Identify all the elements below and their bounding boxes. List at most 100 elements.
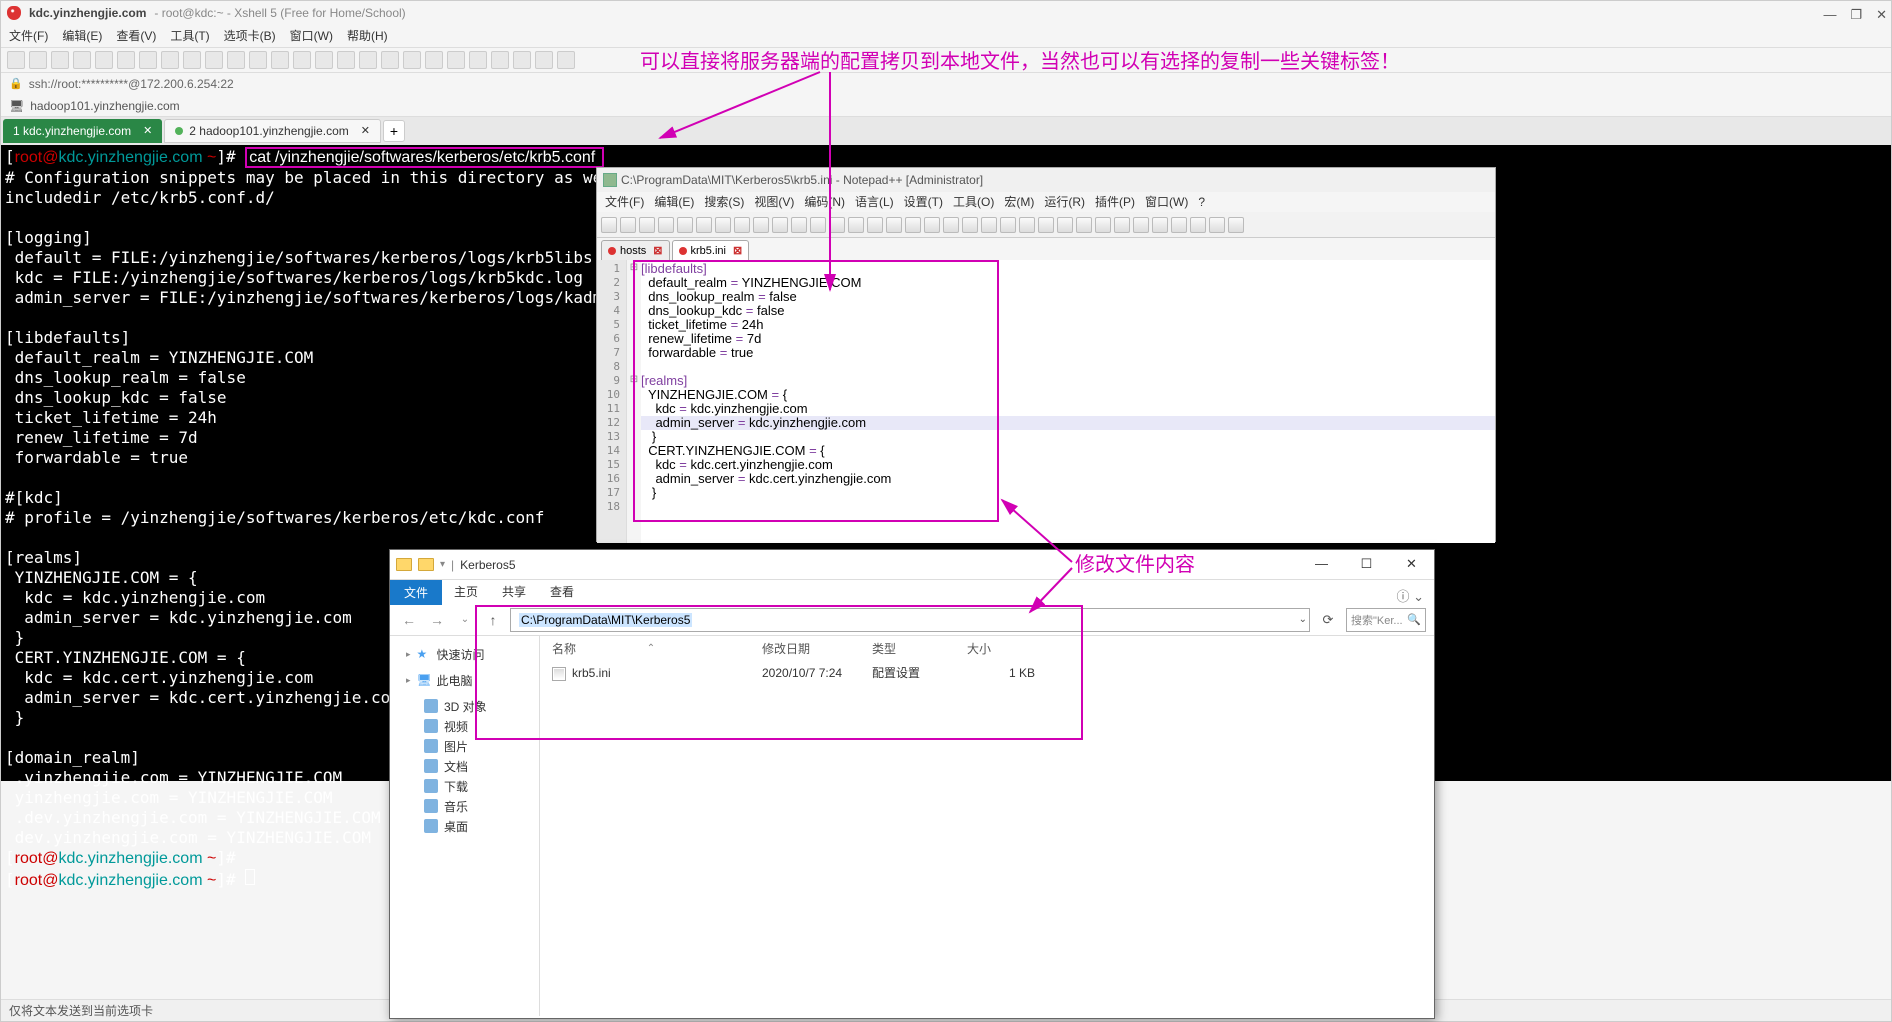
menu-item[interactable]: 工具(T) <box>170 25 209 47</box>
minimize-button[interactable]: — <box>1299 550 1344 578</box>
sidebar-item[interactable]: 3D 对象 <box>406 696 539 716</box>
toolbar-button[interactable] <box>271 51 289 69</box>
sidebar-item[interactable]: ▸★快速访问 <box>406 644 539 664</box>
toolbar-button[interactable] <box>829 217 845 233</box>
menu-item[interactable]: 帮助(H) <box>347 25 388 47</box>
toolbar-button[interactable] <box>1000 217 1016 233</box>
sidebar-item[interactable]: 视频 <box>406 716 539 736</box>
address-dropdown[interactable]: ⌄ <box>1299 614 1307 625</box>
sidebar-item[interactable]: 图片 <box>406 736 539 756</box>
toolbar-button[interactable] <box>1171 217 1187 233</box>
toolbar-button[interactable] <box>139 51 157 69</box>
address-bar[interactable]: C:\ProgramData\MIT\Kerberos5 ⌄ <box>510 608 1310 632</box>
toolbar-button[interactable] <box>359 51 377 69</box>
toolbar-button[interactable] <box>535 51 553 69</box>
toolbar-button[interactable] <box>315 51 333 69</box>
menu-item[interactable]: 运行(R) <box>1040 192 1089 212</box>
close-icon[interactable]: ⊠ <box>733 241 742 261</box>
toolbar-button[interactable] <box>772 217 788 233</box>
toolbar-button[interactable] <box>639 217 655 233</box>
toolbar-button[interactable] <box>1114 217 1130 233</box>
toolbar-button[interactable] <box>1209 217 1225 233</box>
menu-item[interactable]: 窗口(W) <box>290 25 333 47</box>
toolbar-button[interactable] <box>381 51 399 69</box>
sidebar-item[interactable]: ▸🖥此电脑 <box>406 670 539 690</box>
menu-item[interactable]: 语言(L) <box>851 192 898 212</box>
toolbar-button[interactable] <box>293 51 311 69</box>
refresh-button[interactable]: ⟳ <box>1316 612 1340 628</box>
toolbar-button[interactable] <box>557 51 575 69</box>
close-icon[interactable]: ⊠ <box>653 241 662 261</box>
close-icon[interactable]: ✕ <box>143 119 152 143</box>
npp-editor[interactable]: 123456789101112131415161718 ⊟⊟ [libdefau… <box>597 260 1495 543</box>
toolbar-button[interactable] <box>1019 217 1035 233</box>
toolbar-button[interactable] <box>601 217 617 233</box>
toolbar-button[interactable] <box>205 51 223 69</box>
back-button[interactable]: ← <box>398 612 420 628</box>
toolbar-button[interactable] <box>403 51 421 69</box>
menu-item[interactable]: 编辑(E) <box>650 192 698 212</box>
toolbar-button[interactable] <box>249 51 267 69</box>
toolbar-button[interactable] <box>425 51 443 69</box>
column-headers[interactable]: 名称 修改日期 类型 大小 <box>540 636 1434 662</box>
maximize-button[interactable]: ❐ <box>1850 3 1862 27</box>
toolbar-button[interactable] <box>810 217 826 233</box>
up-button[interactable]: ↑ <box>482 612 504 628</box>
col-type[interactable]: 类型 <box>860 636 955 662</box>
history-dropdown[interactable]: ⌄ <box>454 614 476 625</box>
add-tab-button[interactable]: + <box>383 120 405 142</box>
toolbar-button[interactable] <box>1038 217 1054 233</box>
toolbar-button[interactable] <box>848 217 864 233</box>
toolbar-button[interactable] <box>227 51 245 69</box>
menu-item[interactable]: 视图(V) <box>750 192 798 212</box>
file-tab[interactable]: hosts⊠ <box>601 240 670 260</box>
xshell-address-bar[interactable]: 🔒 ssh://root:**********@172.200.6.254:22 <box>1 73 1891 95</box>
close-icon[interactable]: ✕ <box>361 119 370 143</box>
menu-item[interactable]: 编辑(E) <box>62 25 102 47</box>
toolbar-button[interactable] <box>1133 217 1149 233</box>
toolbar-button[interactable] <box>658 217 674 233</box>
toolbar-button[interactable] <box>791 217 807 233</box>
toolbar-button[interactable] <box>620 217 636 233</box>
toolbar-button[interactable] <box>1076 217 1092 233</box>
toolbar-button[interactable] <box>1095 217 1111 233</box>
session-tab[interactable]: 2 hadoop101.yinzhengjie.com✕ <box>164 119 381 143</box>
menu-item[interactable]: 编码(N) <box>800 192 849 212</box>
toolbar-button[interactable] <box>29 51 47 69</box>
toolbar-button[interactable] <box>513 51 531 69</box>
ribbon-help-icon[interactable]: ⓘ ⌄ <box>1396 586 1424 605</box>
search-box[interactable]: 搜索"Ker... 🔍 <box>1346 608 1426 632</box>
toolbar-button[interactable] <box>469 51 487 69</box>
code-area[interactable]: [libdefaults] default_realm = YINZHENGJI… <box>641 260 1495 543</box>
toolbar-button[interactable] <box>183 51 201 69</box>
session-tab[interactable]: 1 kdc.yinzhengjie.com✕ <box>3 119 162 143</box>
toolbar-button[interactable] <box>696 217 712 233</box>
col-name[interactable]: 名称 <box>540 636 750 662</box>
toolbar-button[interactable] <box>962 217 978 233</box>
menu-item[interactable]: 搜索(S) <box>700 192 748 212</box>
ribbon-file-tab[interactable]: 文件 <box>390 580 442 605</box>
menu-item[interactable]: 设置(T) <box>900 192 947 212</box>
file-tab[interactable]: krb5.ini⊠ <box>672 240 750 260</box>
menu-item[interactable]: 选项卡(B) <box>224 25 276 47</box>
minimize-button[interactable]: — <box>1823 3 1836 27</box>
toolbar-button[interactable] <box>867 217 883 233</box>
menu-item[interactable]: 文件(F) <box>9 25 48 47</box>
ribbon-tab[interactable]: 共享 <box>490 581 538 603</box>
toolbar-button[interactable] <box>886 217 902 233</box>
toolbar-button[interactable] <box>491 51 509 69</box>
menu-item[interactable]: 窗口(W) <box>1141 192 1192 212</box>
toolbar-button[interactable] <box>1057 217 1073 233</box>
toolbar-button[interactable] <box>1190 217 1206 233</box>
sidebar-item[interactable]: 下载 <box>406 776 539 796</box>
menu-item[interactable]: 插件(P) <box>1091 192 1139 212</box>
col-size[interactable]: 大小 <box>955 636 1035 662</box>
sidebar-item[interactable]: 音乐 <box>406 796 539 816</box>
maximize-button[interactable]: ☐ <box>1344 550 1389 578</box>
menu-item[interactable]: 工具(O) <box>949 192 998 212</box>
menu-item[interactable]: 查看(V) <box>116 25 156 47</box>
ribbon-tab[interactable]: 查看 <box>538 581 586 603</box>
toolbar-button[interactable] <box>161 51 179 69</box>
toolbar-button[interactable] <box>677 217 693 233</box>
toolbar-button[interactable] <box>905 217 921 233</box>
